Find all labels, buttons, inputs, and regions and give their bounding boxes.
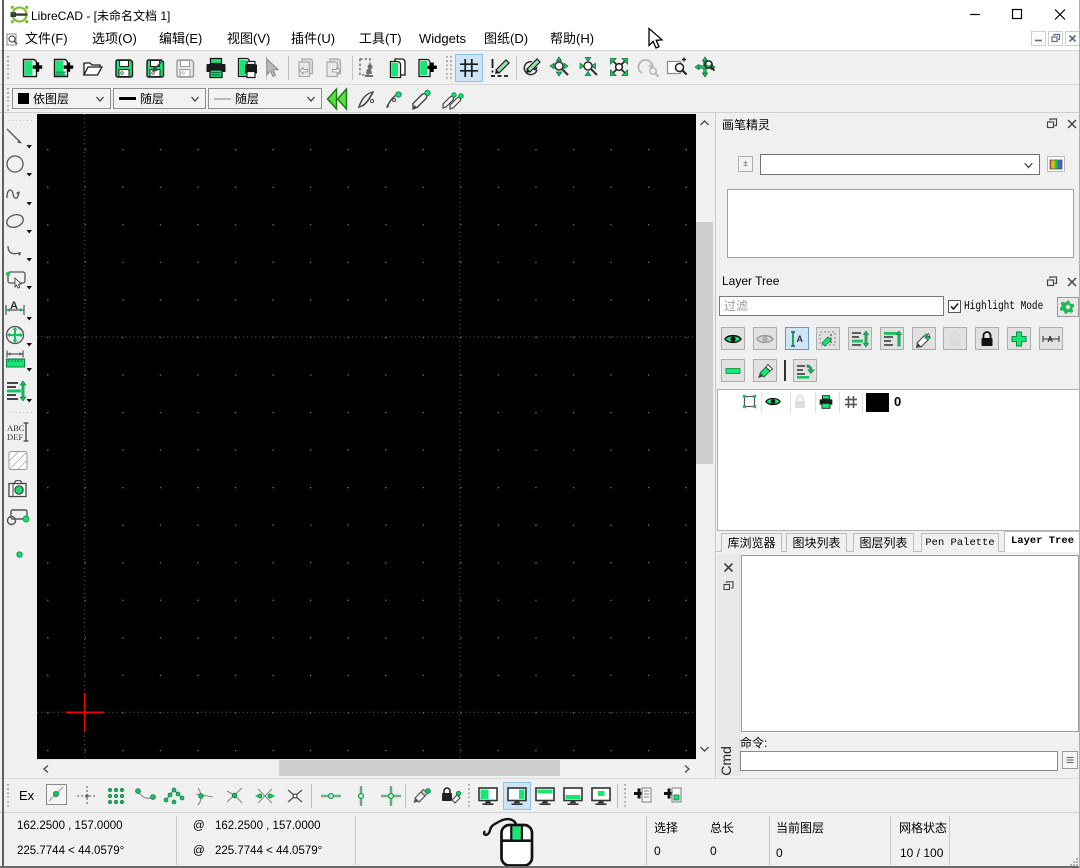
svg-text:A: A — [926, 333, 931, 340]
svg-text:A: A — [1047, 335, 1053, 344]
svg-text:A: A — [797, 334, 804, 344]
svg-text:DEF: DEF — [7, 432, 23, 442]
